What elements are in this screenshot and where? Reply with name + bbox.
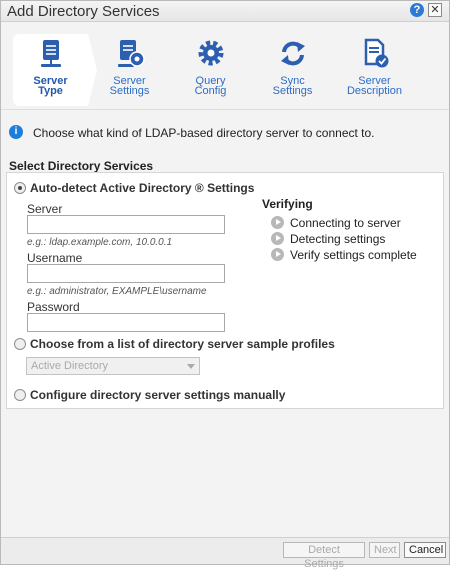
pending-step-icon	[271, 248, 284, 261]
password-input[interactable]	[27, 313, 225, 332]
sync-icon	[280, 41, 305, 66]
step-query-config[interactable]: Query Config	[173, 34, 248, 106]
cancel-button[interactable]: Cancel	[404, 542, 446, 558]
step-label: Sync Settings	[272, 75, 313, 97]
server-label: Server	[27, 202, 63, 216]
dialog-titlebar: Add Directory Services ? ✕	[1, 1, 449, 22]
sample-profiles-label[interactable]: Choose from a list of directory server s…	[30, 337, 335, 351]
auto-detect-radio[interactable]	[14, 182, 26, 194]
step-label: Server Description	[346, 75, 403, 97]
manual-config-radio[interactable]	[14, 389, 26, 401]
info-text: Choose what kind of LDAP-based directory…	[33, 126, 375, 140]
auto-detect-label[interactable]: Auto-detect Active Directory ® Settings	[30, 181, 254, 195]
profile-select-value: Active Directory	[31, 360, 109, 372]
wizard-content: i Choose what kind of LDAP-based directo…	[1, 109, 449, 537]
server-hint: e.g.: ldap.example.com, 10.0.0.1	[27, 237, 173, 248]
username-hint: e.g.: administrator, EXAMPLE\username	[27, 286, 207, 297]
pending-step-icon	[271, 232, 284, 245]
dialog-title: Add Directory Services	[7, 3, 160, 20]
document-check-icon	[364, 38, 388, 68]
password-label: Password	[27, 300, 80, 314]
manual-config-label[interactable]: Configure directory server settings manu…	[30, 388, 285, 402]
username-label: Username	[27, 251, 83, 265]
step-sync-settings[interactable]: Sync Settings	[255, 34, 330, 106]
info-icon: i	[9, 125, 23, 139]
dialog-footer: Detect Settings Next Cancel	[1, 537, 449, 570]
section-title: Select Directory Services	[9, 159, 154, 173]
verifying-title: Verifying	[262, 197, 313, 211]
step-label: Query Config	[194, 75, 227, 97]
add-directory-services-dialog: Add Directory Services ? ✕ Server Type S…	[0, 0, 451, 570]
detect-settings-button[interactable]: Detect Settings	[283, 542, 365, 570]
step-server-type[interactable]: Server Type	[13, 34, 97, 106]
wizard-steps: ServerType ServerSettings QueryConfig	[1, 34, 451, 108]
step-label: Server Settings	[109, 75, 150, 97]
next-button[interactable]: Next	[369, 542, 400, 558]
step-label: Server Type	[33, 75, 68, 97]
profile-select[interactable]: Active Directory	[26, 357, 200, 375]
server-settings-icon	[117, 40, 145, 67]
gear-icon	[198, 40, 223, 66]
step-server-description[interactable]: Server Description	[337, 34, 412, 106]
step-server-settings[interactable]: Server Settings	[92, 34, 167, 106]
pending-step-icon	[271, 216, 284, 229]
username-input[interactable]	[27, 264, 225, 283]
directory-options-panel: Auto-detect Active Directory ® Settings …	[6, 172, 444, 409]
server-input[interactable]	[27, 215, 225, 234]
sample-profiles-radio[interactable]	[14, 338, 26, 350]
chevron-down-icon	[187, 364, 195, 369]
server-icon	[40, 40, 61, 67]
close-icon[interactable]: ✕	[428, 3, 442, 17]
help-icon[interactable]: ?	[410, 3, 424, 17]
